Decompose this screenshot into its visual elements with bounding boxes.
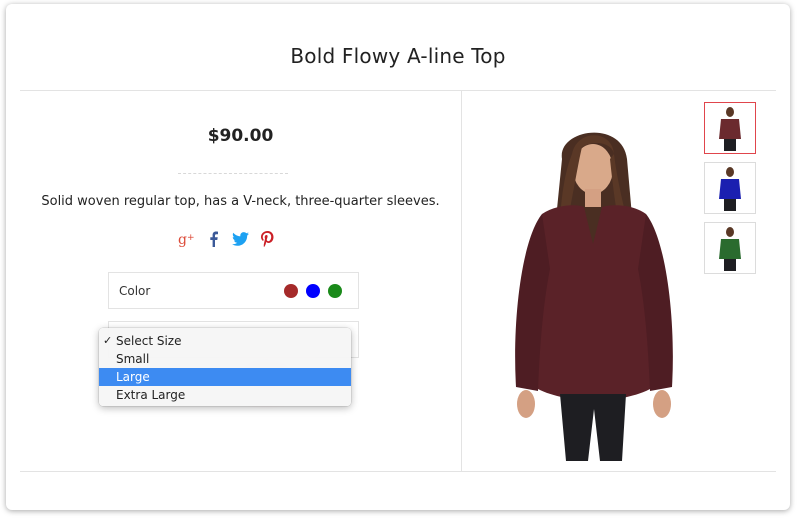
size-option-extra-large[interactable]: Extra Large	[99, 386, 351, 404]
swatch-blue[interactable]	[306, 283, 320, 298]
color-label: Color	[119, 283, 151, 298]
product-image	[515, 132, 673, 461]
size-dropdown-menu[interactable]: ✓ Select Size Small Large Extra Large	[99, 328, 351, 406]
thumbnail-list	[704, 102, 756, 282]
swatch-green[interactable]	[328, 283, 342, 298]
swatch-maroon[interactable]	[284, 283, 298, 298]
facebook-icon[interactable]	[208, 231, 220, 247]
size-option-select-size[interactable]: ✓ Select Size	[99, 332, 351, 350]
pinterest-icon[interactable]	[261, 231, 274, 247]
product-description: Solid woven regular top, has a V-neck, t…	[41, 194, 440, 209]
product-title: Bold Flowy A-line Top	[290, 44, 506, 68]
size-option-large[interactable]: Large	[99, 368, 351, 386]
divider-bottom	[20, 471, 776, 472]
product-price: $90.00	[207, 126, 274, 146]
color-swatches	[284, 283, 342, 298]
google-plus-icon[interactable]: g +	[178, 231, 196, 247]
thumbnail-green[interactable]	[704, 222, 756, 274]
social-share: g +	[178, 231, 274, 247]
price-divider	[178, 173, 288, 174]
divider-vertical	[461, 91, 462, 471]
twitter-icon[interactable]	[232, 232, 249, 246]
divider-top	[20, 90, 776, 91]
color-selector: Color	[108, 272, 359, 309]
size-option-small[interactable]: Small	[99, 350, 351, 368]
thumbnail-maroon[interactable]	[704, 102, 756, 154]
check-icon: ✓	[103, 334, 113, 347]
svg-text:g: g	[178, 232, 187, 247]
thumbnail-blue[interactable]	[704, 162, 756, 214]
product-card: Bold Flowy A-line Top $90.00 Solid woven…	[6, 4, 790, 510]
svg-text:+: +	[187, 233, 195, 243]
